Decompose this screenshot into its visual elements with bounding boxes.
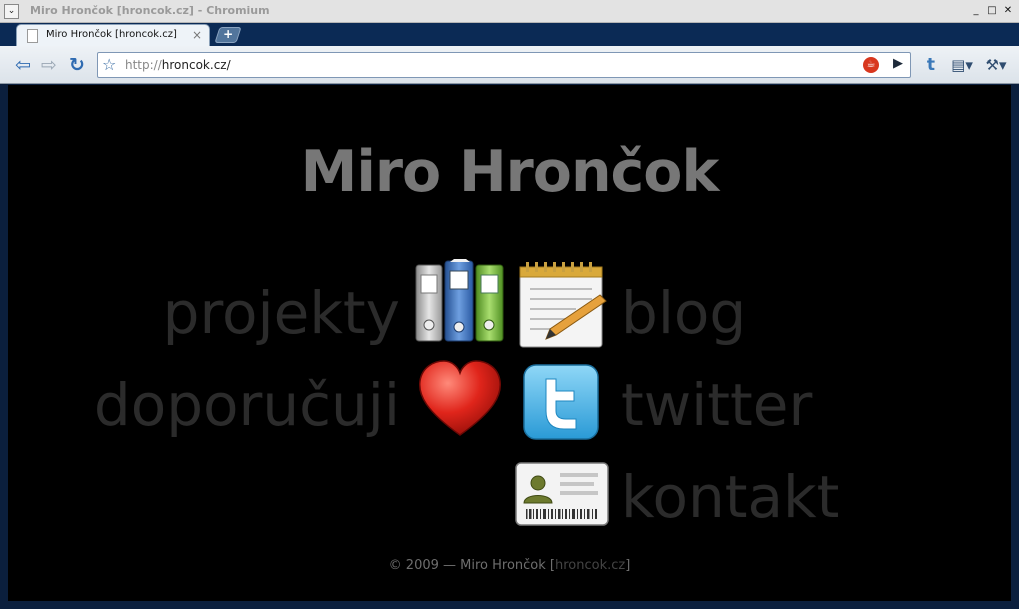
reload-button[interactable]: ↻ [66,54,88,76]
plus-icon: + [223,27,234,41]
tab-strip: Miro Hrončok [hroncok.cz] × + [0,23,1019,46]
close-window-button[interactable]: ✕ [1001,3,1015,18]
window-controls: _ □ ✕ [969,3,1015,18]
url-text[interactable]: http://hroncok.cz/ [125,58,231,72]
new-tab-button[interactable]: + [214,27,242,43]
contact-card-icon[interactable] [514,461,610,527]
url-scheme: http:// [125,58,162,72]
tab-hroncok[interactable]: Miro Hrončok [hroncok.cz] × [16,24,210,46]
twitter-icon[interactable] [522,363,600,441]
wrench-icon[interactable]: ⚒▾ [980,54,1012,76]
page-icon [27,29,38,43]
back-button[interactable]: ⇦ [12,54,34,76]
link-kontakt[interactable]: kontakt [621,468,839,526]
toolbar: ⇦ ⇨ ↻ ☆ http://hroncok.cz/ ☕ ▶ t ▤▾ ⚒▾ [0,46,1019,84]
footer-copyright: © 2009 — Miro Hrončok [ [388,558,555,573]
close-icon[interactable]: × [192,28,202,42]
link-projekty[interactable]: projekty [163,284,400,342]
twitter-extension-icon[interactable]: t [922,54,940,76]
address-bar[interactable]: ☆ http://hroncok.cz/ ☕ ▶ [97,52,911,78]
footer-domain-link[interactable]: hroncok.cz [555,558,625,573]
window-title: Miro Hrončok [hroncok.cz] - Chromium [30,4,270,17]
page-menu-icon[interactable]: ▤▾ [948,54,976,76]
window-menu-button[interactable]: ⌄ [4,4,19,19]
maximize-button[interactable]: □ [985,3,999,18]
title-bar: ⌄ Miro Hrončok [hroncok.cz] - Chromium _… [0,0,1019,23]
url-host: hroncok.cz/ [161,58,231,72]
heart-icon[interactable] [416,359,504,439]
browser-window: ⌄ Miro Hrončok [hroncok.cz] - Chromium _… [0,0,1019,609]
star-icon[interactable]: ☆ [102,55,116,74]
forward-button[interactable]: ⇨ [38,54,60,76]
page-content: Miro Hrončok projekty doporučuji blog tw… [8,85,1011,601]
footer: © 2009 — Miro Hrončok [hroncok.cz] [8,558,1011,573]
link-twitter[interactable]: twitter [621,376,812,434]
go-icon[interactable]: ▶ [893,56,903,71]
folders-icon[interactable] [414,259,506,343]
minimize-button[interactable]: _ [969,3,983,18]
page-title: Miro Hrončok [300,139,720,205]
cup-icon[interactable]: ☕ [863,57,879,73]
link-doporucuji[interactable]: doporučuji [94,376,400,434]
link-blog[interactable]: blog [621,284,746,342]
tab-label: Miro Hrončok [hroncok.cz] [46,29,177,40]
notepad-icon[interactable] [516,261,608,349]
footer-suffix: ] [625,558,631,573]
